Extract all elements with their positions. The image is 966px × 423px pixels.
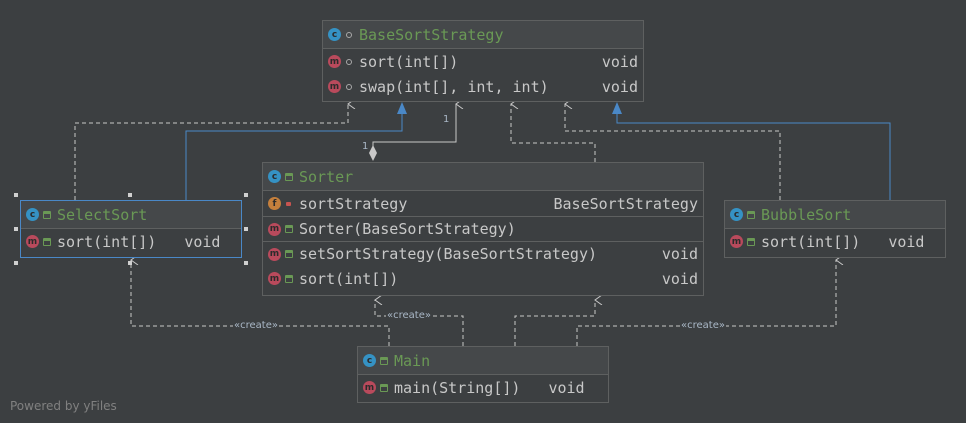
method-name: sort(int[]) bbox=[359, 52, 459, 71]
return-type: void bbox=[601, 52, 638, 71]
public-visibility-icon bbox=[746, 237, 755, 246]
runnable-class-icon: c bbox=[363, 354, 376, 367]
method-row[interactable]: m swap(int[], int, int) void bbox=[323, 74, 643, 99]
method-name: swap(int[], int, int) bbox=[359, 77, 549, 96]
package-visibility-icon bbox=[344, 30, 353, 39]
package-visibility-icon bbox=[344, 82, 353, 91]
method-name: sort(int[]) bbox=[761, 232, 861, 251]
class-name: SelectSort bbox=[57, 205, 148, 224]
create-edge-main-sorter-b bbox=[514, 300, 595, 346]
method-icon: m bbox=[268, 222, 281, 236]
method-name: sort(int[]) bbox=[57, 232, 157, 251]
resize-handle-se[interactable] bbox=[244, 261, 248, 265]
resize-handle-s[interactable] bbox=[128, 261, 132, 265]
class-name: BaseSortStrategy bbox=[359, 25, 504, 44]
multiplicity-label: 1 bbox=[443, 114, 450, 125]
class-node-select-sort[interactable]: c SelectSort m sort(int[]) void bbox=[20, 200, 242, 258]
create-label: «create» bbox=[386, 310, 432, 321]
class-name: Sorter bbox=[299, 167, 354, 186]
class-node-bubble-sort[interactable]: c BubbleSort m sort(int[]) void bbox=[724, 200, 946, 258]
public-visibility-icon bbox=[284, 225, 293, 234]
public-visibility-icon bbox=[746, 210, 755, 219]
method-name: main(String[]) bbox=[394, 378, 521, 397]
public-visibility-icon bbox=[284, 250, 293, 259]
field-name: sortStrategy bbox=[299, 194, 408, 213]
abstract-method-icon: m bbox=[328, 55, 341, 68]
method-row[interactable]: m sort(int[]) void bbox=[263, 266, 703, 291]
class-icon: c bbox=[328, 28, 341, 41]
method-row[interactable]: m sort(int[]) void bbox=[725, 229, 945, 254]
powered-by-footer: Powered by yFiles bbox=[10, 399, 117, 413]
method-row[interactable]: m main(String[]) void bbox=[358, 375, 608, 400]
class-name: Main bbox=[394, 351, 431, 370]
static-method-icon: m bbox=[363, 381, 376, 394]
resize-handle-e[interactable] bbox=[244, 227, 248, 231]
return-type: void bbox=[661, 269, 698, 288]
field-row[interactable]: f sortStrategy BaseSortStrategy bbox=[263, 191, 703, 216]
public-visibility-icon bbox=[42, 237, 51, 246]
resize-handle-nw[interactable] bbox=[14, 193, 18, 197]
resize-handle-sw[interactable] bbox=[14, 261, 18, 265]
field-type: BaseSortStrategy bbox=[553, 194, 699, 213]
method-icon: m bbox=[268, 272, 281, 285]
class-header: c BubbleSort bbox=[725, 201, 945, 229]
return-type: void bbox=[661, 245, 698, 263]
public-visibility-icon bbox=[379, 356, 388, 365]
class-icon: c bbox=[268, 170, 281, 183]
class-name: BubbleSort bbox=[761, 205, 852, 224]
class-header: c BaseSortStrategy bbox=[323, 21, 643, 49]
method-icon: m bbox=[268, 247, 281, 261]
multiplicity-label: 1 bbox=[362, 141, 369, 152]
field-icon: f bbox=[268, 197, 281, 210]
class-header: c Main bbox=[358, 347, 608, 375]
constructor-row[interactable]: m Sorter(BaseSortStrategy) bbox=[263, 216, 703, 241]
resize-handle-n[interactable] bbox=[128, 193, 132, 197]
create-label: «create» bbox=[233, 320, 279, 331]
resize-handle-ne[interactable] bbox=[244, 193, 248, 197]
package-visibility-icon bbox=[344, 57, 353, 66]
class-header: c SelectSort bbox=[21, 201, 241, 229]
class-node-sorter[interactable]: c Sorter f sortStrategy BaseSortStrategy… bbox=[262, 162, 704, 296]
create-label: «create» bbox=[680, 320, 726, 331]
public-visibility-icon bbox=[379, 383, 388, 392]
dependency-edge-sorter-base bbox=[511, 104, 596, 162]
method-name: setSortStrategy(BaseSortStrategy) bbox=[299, 245, 598, 263]
constructor-name: Sorter(BaseSortStrategy) bbox=[299, 220, 516, 238]
class-node-main[interactable]: c Main m main(String[]) void bbox=[357, 346, 609, 403]
class-node-base-sort-strategy[interactable]: c BaseSortStrategy m sort(int[]) void m … bbox=[322, 20, 644, 102]
method-row[interactable]: m setSortStrategy(BaseSortStrategy) void bbox=[263, 241, 703, 266]
public-visibility-icon bbox=[42, 210, 51, 219]
inheritance-arrowhead-select bbox=[397, 102, 407, 114]
inheritance-arrowhead-bubble bbox=[612, 102, 622, 114]
method-icon: m bbox=[26, 235, 39, 248]
return-type: void bbox=[548, 378, 585, 397]
public-visibility-icon bbox=[284, 172, 293, 181]
method-name: sort(int[]) bbox=[299, 269, 399, 288]
method-row[interactable]: m sort(int[]) void bbox=[21, 229, 241, 254]
method-icon: m bbox=[730, 235, 743, 248]
public-visibility-icon bbox=[284, 274, 293, 283]
method-row[interactable]: m sort(int[]) void bbox=[323, 49, 643, 74]
class-icon: c bbox=[26, 208, 39, 221]
aggregation-diamond bbox=[369, 145, 377, 161]
return-type: void bbox=[601, 77, 638, 96]
class-icon: c bbox=[730, 208, 743, 221]
return-type: void bbox=[888, 232, 925, 251]
create-edge-main-sorter-a bbox=[375, 300, 464, 346]
method-icon: m bbox=[328, 80, 341, 93]
class-header: c Sorter bbox=[263, 163, 703, 191]
resize-handle-w[interactable] bbox=[14, 227, 18, 231]
private-visibility-icon bbox=[284, 199, 293, 208]
aggregation-edge bbox=[372, 104, 456, 147]
return-type: void bbox=[184, 232, 221, 251]
